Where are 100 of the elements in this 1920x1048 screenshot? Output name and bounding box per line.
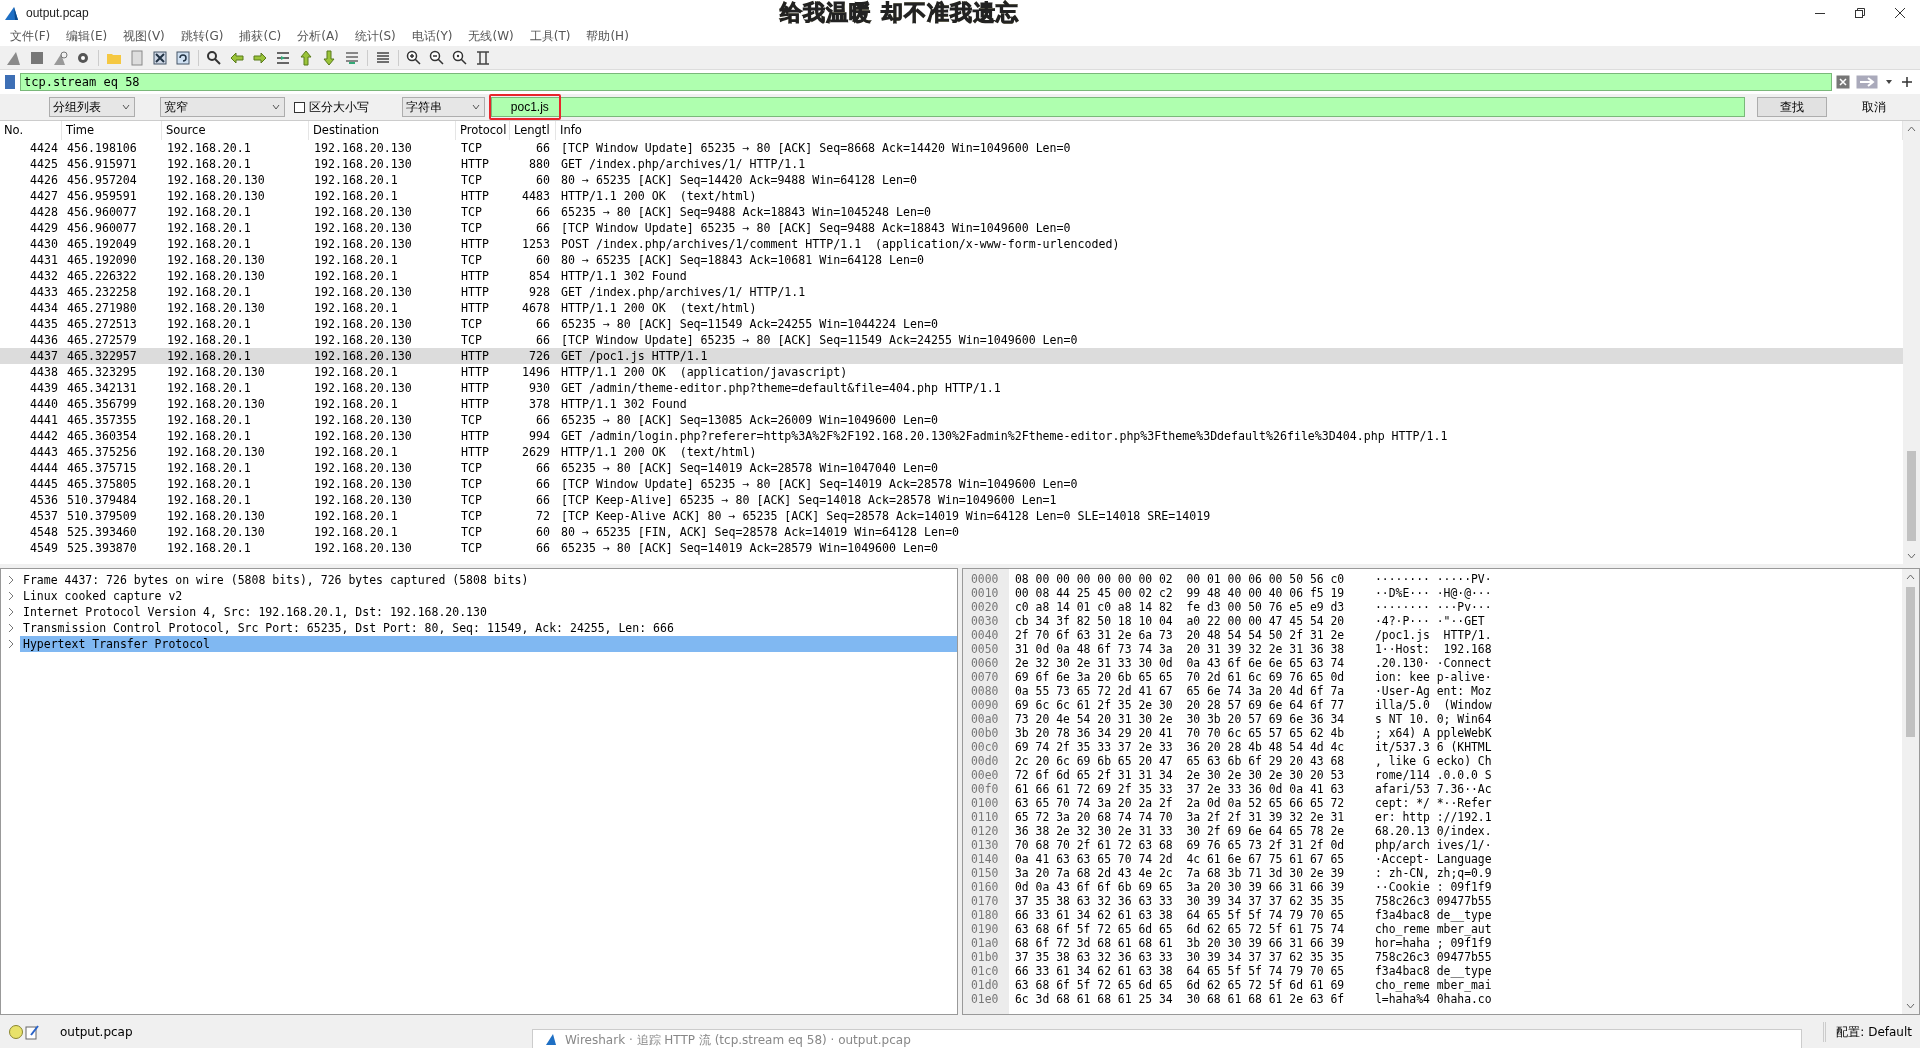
- zoom-reset-icon[interactable]: [452, 49, 468, 66]
- close-file-icon[interactable]: [152, 49, 168, 66]
- plus-icon[interactable]: [1900, 75, 1914, 89]
- reload-icon[interactable]: [175, 49, 191, 66]
- dropdown[interactable]: 宽窄: [159, 97, 285, 117]
- fin-restart-icon[interactable]: [52, 49, 68, 66]
- table-cell-text: 4425: [29, 157, 59, 171]
- menu-item[interactable]: 编辑(E): [58, 27, 116, 45]
- packet-row[interactable]: 4440 465.356799 192.168.20.130 192.168.20.1 HTTP 378 HTTP/1.1 302 Found: [0, 396, 1903, 412]
- menu-item[interactable]: 文件(F): [2, 27, 59, 45]
- column-header[interactable]: Source: [162, 121, 309, 140]
- column-header[interactable]: Lengtl: [510, 121, 556, 140]
- column-header[interactable]: No.: [0, 121, 62, 140]
- packet-row[interactable]: 4548 525.393460 192.168.20.130 192.168.20.1 TCP 60 80 → 65235 [FIN, ACK] Seq=28578 Ack=14019 Win=64128 Len=0: [0, 524, 1903, 540]
- search-field[interactable]: poc1.js: [490, 97, 1746, 117]
- status-dot-icon[interactable]: [8, 1023, 24, 1040]
- zoom-in-icon[interactable]: [406, 49, 422, 66]
- table-cell-text: 4483: [521, 189, 551, 203]
- packet-row[interactable]: 4438 465.323295 192.168.20.130 192.168.20.1 HTTP 1496 HTTP/1.1 200 OK (application/javascript): [0, 364, 1903, 380]
- zoom-out-icon[interactable]: [429, 49, 445, 66]
- restore-icon[interactable]: [1854, 7, 1866, 19]
- table-cell-text: 192.168.20.1: [313, 189, 399, 203]
- packet-row[interactable]: 4427 456.959591 192.168.20.130 192.168.20.1 HTTP 4483 HTTP/1.1 200 OK (text/html): [0, 188, 1903, 204]
- table-cell-text: 854: [528, 269, 551, 283]
- tree-item[interactable]: Frame 4437: 726 bytes on wire (5808 bits), 726 bytes captured (5808 bits): [20, 572, 957, 588]
- column-header[interactable]: Protocol: [456, 121, 510, 140]
- packet-row[interactable]: 4436 465.272579 192.168.20.1 192.168.20.130 TCP 66 [TCP Window Update] 65235 → 80 [ACK] Seq=11549 Ack=24255 Win=1049600 Len=0: [0, 332, 1903, 348]
- menu-item[interactable]: 无线(W): [460, 27, 522, 45]
- packet-row[interactable]: 4430 465.192049 192.168.20.1 192.168.20.130 HTTP 1253 POST /index.php/archives/1/comment HTTP/1.1 (application/x-www-form-urlencoded): [0, 236, 1903, 252]
- jump-icon[interactable]: [275, 49, 291, 66]
- column-header[interactable]: Destination: [309, 121, 456, 140]
- apply-arrow-icon[interactable]: [1856, 75, 1878, 89]
- packet-row[interactable]: 4437 465.322957 192.168.20.1 192.168.20.130 HTTP 726 GET /poc1.js HTTP/1.1: [0, 348, 1903, 364]
- packet-row[interactable]: 4439 465.342131 192.168.20.1 192.168.20.130 HTTP 930 GET /admin/theme-editor.php?theme=default&file=404.php HTTP/1.1: [0, 380, 1903, 396]
- table-cell-text: TCP: [460, 333, 483, 347]
- profile-label[interactable]: 配置: Default: [1823, 1021, 1920, 1042]
- packet-row[interactable]: 4424 456.198106 192.168.20.1 192.168.20.130 TCP 66 [TCP Window Update] 65235 → 80 [ACK] Seq=8668 Ack=14420 Win=1049600 Len=0: [0, 140, 1903, 156]
- checkbox[interactable]: [293, 101, 305, 113]
- ascii-text: 758c26c3 09477b55: [1375, 894, 1492, 908]
- tree-item[interactable]: Linux cooked capture v2: [20, 588, 957, 604]
- menu-item[interactable]: 分析(A): [289, 27, 347, 45]
- packet-row[interactable]: 4445 465.375805 192.168.20.1 192.168.20.130 TCP 66 [TCP Window Update] 65235 → 80 [ACK] Seq=14019 Ack=28578 Win=1049600 Len=0: [0, 476, 1903, 492]
- menu-item[interactable]: 视图(V): [115, 27, 173, 45]
- table-cell-text: 4432: [29, 269, 59, 283]
- close-icon[interactable]: [1894, 7, 1906, 19]
- packet-row[interactable]: 4433 465.232258 192.168.20.1 192.168.20.130 HTTP 928 GET /index.php/archives/1/ HTTP/1.1: [0, 284, 1903, 300]
- bookmark-icon[interactable]: [4, 74, 16, 90]
- up-arrow-icon[interactable]: [298, 49, 314, 66]
- packet-row[interactable]: 4426 456.957204 192.168.20.130 192.168.20.1 TCP 60 80 → 65235 [ACK] Seq=14420 Ack=9488 Win=64128 Len=0: [0, 172, 1903, 188]
- ascii-text: f3a4bac8 de__type: [1375, 964, 1492, 978]
- display-filter-field[interactable]: tcp.stream eq 58: [20, 73, 1832, 91]
- packet-row[interactable]: 4431 465.192090 192.168.20.130 192.168.20.1 TCP 60 80 → 65235 [ACK] Seq=18843 Ack=10681 Win=64128 Len=0: [0, 252, 1903, 268]
- packet-row[interactable]: 4443 465.375256 192.168.20.130 192.168.20.1 HTTP 2629 HTTP/1.1 200 OK (text/html): [0, 444, 1903, 460]
- menu-item[interactable]: 帮助(H): [578, 27, 637, 45]
- packet-row[interactable]: 4441 465.357355 192.168.20.1 192.168.20.130 TCP 66 65235 → 80 [ACK] Seq=13085 Ack=26009 Win=1049600 Len=0: [0, 412, 1903, 428]
- table-cell-text: HTTP: [460, 365, 490, 379]
- packet-row[interactable]: 4425 456.915971 192.168.20.1 192.168.20.130 HTTP 880 GET /index.php/archives/1/ HTTP/1.1: [0, 156, 1903, 172]
- note-icon[interactable]: [24, 1023, 40, 1040]
- stop-icon[interactable]: [29, 49, 45, 66]
- table-cell-text: 4537: [29, 509, 59, 523]
- packet-row[interactable]: 4549 525.393870 192.168.20.1 192.168.20.130 TCP 66 65235 → 80 [ACK] Seq=14019 Ack=28579 Win=1049600 Len=0: [0, 540, 1903, 556]
- byte-offset: 0130: [970, 838, 1000, 852]
- clear-icon[interactable]: [1836, 75, 1850, 89]
- dropdown[interactable]: 字符串: [401, 97, 485, 117]
- hex-bytes: 69 74 2f 35 33 37 2e 33 36 20 28 4b 48 54 4d 4c: [1015, 740, 1346, 754]
- vertical-scrollbar[interactable]: [1903, 121, 1920, 564]
- vertical-scrollbar[interactable]: [1902, 569, 1919, 1014]
- checkbox-label[interactable]: 区分大小写: [308, 99, 369, 115]
- dropdown[interactable]: 分组列表: [49, 97, 135, 117]
- column-header[interactable]: Time: [62, 121, 162, 140]
- hex-bytes: 00 08 44 25 45 00 02 c2 99 48 40 00 40 06 f5 19: [1015, 586, 1346, 600]
- menu-item[interactable]: 捕获(C): [231, 27, 290, 45]
- autoscroll-icon[interactable]: [344, 49, 360, 66]
- tree-item[interactable]: Hypertext Transfer Protocol: [20, 636, 957, 652]
- menu-item[interactable]: 电话(Y): [403, 27, 461, 45]
- packet-row[interactable]: 4434 465.271980 192.168.20.130 192.168.20.1 HTTP 4678 HTTP/1.1 200 OK (text/html): [0, 300, 1903, 316]
- ascii-text: s NT 10. 0; Win64: [1375, 712, 1492, 726]
- menu-item[interactable]: 工具(T): [521, 27, 579, 45]
- packet-row[interactable]: 4444 465.375715 192.168.20.1 192.168.20.130 TCP 66 65235 → 80 [ACK] Seq=14019 Ack=28578 Win=1047040 Len=0: [0, 460, 1903, 476]
- menu-item[interactable]: 统计(S): [346, 27, 404, 45]
- packet-row[interactable]: 4429 456.960077 192.168.20.1 192.168.20.130 TCP 66 [TCP Window Update] 65235 → 80 [ACK] Seq=9488 Ack=18843 Win=1049600 Len=0: [0, 220, 1903, 236]
- menu-item[interactable]: 跳转(G): [172, 27, 232, 45]
- tree-item[interactable]: Transmission Control Protocol, Src Port: 65235, Dst Port: 80, Seq: 11549, Ack: 24255, Len: 666: [20, 620, 957, 636]
- table-cell-text: 192.168.20.1: [166, 413, 252, 427]
- down-arrow-icon[interactable]: [321, 49, 337, 66]
- packet-row[interactable]: 4442 465.360354 192.168.20.1 192.168.20.130 HTTP 994 GET /admin/login.php?referer=http%3A%2F%2F192.168.20.130%2Fadmin%2Ftheme-editor.php%3Ftheme%3Ddefault%26file%3D404.php HTTP/1.1: [0, 428, 1903, 444]
- table-cell-text: 192.168.20.130: [166, 269, 266, 283]
- byte-offset: 0110: [970, 810, 1000, 824]
- packet-row[interactable]: 4435 465.272513 192.168.20.1 192.168.20.130 TCP 66 65235 → 80 [ACK] Seq=11549 Ack=24255 Win=1044224 Len=0: [0, 316, 1903, 332]
- lines-icon[interactable]: [375, 49, 391, 66]
- find-button[interactable]: 查找: [1757, 97, 1828, 117]
- search-icon[interactable]: [206, 49, 222, 66]
- packet-row[interactable]: 4536 510.379484 192.168.20.1 192.168.20.130 TCP 66 [TCP Keep-Alive] 65235 → 80 [ACK] Seq=14018 Ack=28578 Win=1049600 Len=1: [0, 492, 1903, 508]
- resize-columns-icon[interactable]: [475, 49, 491, 66]
- packet-row[interactable]: 4537 510.379509 192.168.20.130 192.168.20.1 TCP 72 [TCP Keep-Alive ACK] 80 → 65235 [ACK] Seq=28578 Ack=14019 Win=64128 Len=0 SLE=14018 SRE=14019: [0, 508, 1903, 524]
- packet-row[interactable]: 4432 465.226322 192.168.20.130 192.168.20.1 HTTP 854 HTTP/1.1 302 Found: [0, 268, 1903, 284]
- tree-item[interactable]: Internet Protocol Version 4, Src: 192.168.20.1, Dst: 192.168.20.130: [20, 604, 957, 620]
- table-cell-text: 465.375805: [66, 477, 138, 491]
- packet-row[interactable]: 4428 456.960077 192.168.20.1 192.168.20.130 TCP 66 65235 → 80 [ACK] Seq=9488 Ack=18843 Win=1045248 Len=0: [0, 204, 1903, 220]
- table-cell-text: 4678: [521, 301, 551, 315]
